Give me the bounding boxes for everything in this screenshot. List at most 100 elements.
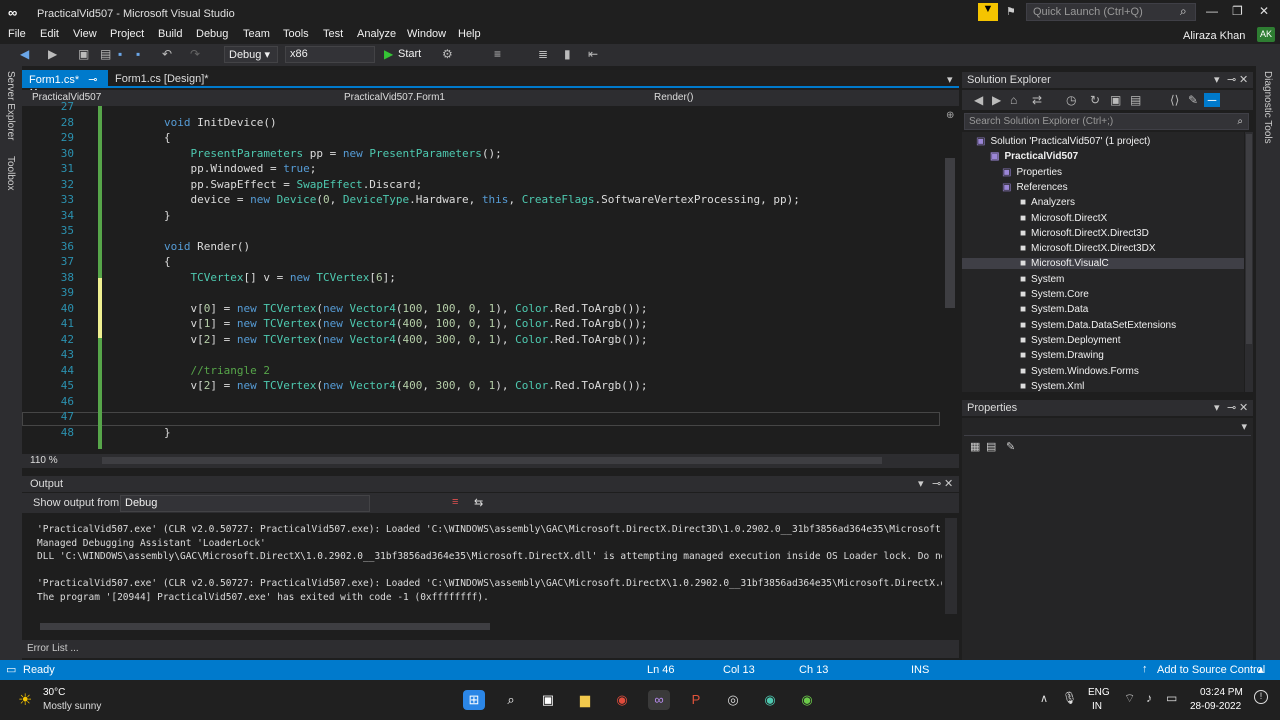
comment-icon[interactable]: ≣ (538, 47, 548, 61)
prop-menu-icon[interactable]: ▾ (1214, 401, 1220, 414)
visual-studio-taskbar-icon[interactable]: ∞ (648, 690, 670, 710)
clear-output-icon[interactable]: ≡ (452, 496, 458, 508)
start-button[interactable]: Start (398, 48, 421, 60)
code-line[interactable]: pp.SwapEffect = SwapEffect.Discard; (164, 178, 422, 191)
code-editor[interactable]: 27 28 void InitDevice() 29 {30 PresentParame… (22, 100, 942, 454)
project-nav-dropdown[interactable]: PracticalVid507 (28, 91, 338, 105)
prop-pin-icon[interactable]: ⊸ (1227, 401, 1236, 414)
taskbar-search-icon[interactable]: ⌕ (500, 690, 522, 710)
task-view-icon[interactable]: ▣ (537, 690, 559, 710)
configuration-dropdown[interactable]: Debug ▾ (224, 46, 278, 63)
platform-dropdown[interactable]: x86 (285, 46, 375, 63)
quick-launch-input[interactable]: Quick Launch (Ctrl+Q) (1026, 3, 1196, 21)
tree-node[interactable]: ▣ Properties (1002, 167, 1062, 178)
class-nav-dropdown[interactable]: PracticalVid507.Form1 (340, 91, 645, 105)
microphone-icon[interactable]: 🎙 (1062, 691, 1077, 705)
horizontal-scroll-thumb[interactable] (102, 457, 882, 464)
code-line[interactable]: //triangle 2 (164, 364, 270, 377)
menu-analyze[interactable]: Analyze (357, 28, 396, 40)
tree-node[interactable]: ■ System (1020, 274, 1064, 285)
clock-time[interactable]: 03:24 PM (1200, 687, 1243, 698)
toolbar-tools-icon[interactable]: ⚙ (442, 47, 453, 61)
tree-node[interactable]: ■ System.Deployment (1020, 335, 1121, 346)
indent-icon[interactable]: ≡ (494, 47, 501, 61)
close-icon[interactable]: ✕ (1259, 4, 1269, 18)
tree-scrollbar[interactable] (1245, 132, 1253, 392)
menu-tools[interactable]: Tools (283, 28, 309, 40)
output-menu-icon[interactable]: ▾ (918, 477, 924, 490)
code-line[interactable]: v[0] = new TCVertex(new Vector4(100, 100… (164, 302, 647, 315)
output-source-dropdown[interactable]: Debug (120, 495, 370, 512)
tree-node[interactable]: ■ Microsoft.DirectX.Direct3DX (1020, 243, 1156, 254)
property-pages-icon[interactable]: ✎ (1006, 440, 1015, 453)
code-line[interactable]: pp.Windowed = true; (164, 162, 316, 175)
se-pin-icon[interactable]: ⊸ (1227, 73, 1236, 86)
properties-object-dropdown[interactable]: ▾ (964, 420, 1251, 436)
clock-date[interactable]: 28-09-2022 (1190, 701, 1241, 712)
member-nav-dropdown[interactable]: Render() (650, 91, 955, 105)
refresh-icon[interactable]: ↻ (1090, 93, 1100, 107)
menu-edit[interactable]: Edit (40, 28, 59, 40)
tree-node[interactable]: ▣ PracticalVid507 (990, 151, 1078, 162)
maximize-icon[interactable]: ❐ (1232, 4, 1243, 18)
output-scrollbar[interactable] (945, 518, 957, 614)
collapse-all-icon[interactable]: ▣ (1110, 93, 1121, 107)
source-control-icon[interactable]: ↑ (1142, 663, 1148, 675)
windows-start-icon[interactable]: ⊞ (463, 690, 485, 710)
code-line[interactable]: v[2] = new TCVertex(new Vector4(400, 300… (164, 333, 647, 346)
tab-overflow-icon[interactable]: ▾ (947, 73, 953, 86)
undo-icon[interactable]: ↶ (162, 47, 172, 61)
sync-icon[interactable]: ⇄ (1032, 93, 1042, 107)
avatar[interactable]: AK (1257, 27, 1275, 42)
solution-explorer-search[interactable]: Search Solution Explorer (Ctrl+;) ⌕ (964, 113, 1249, 130)
bookmark-nav-icon[interactable]: ⇤ (588, 47, 598, 61)
menu-debug[interactable]: Debug (196, 28, 228, 40)
language-region[interactable]: IN (1092, 701, 1102, 712)
app-icon[interactable]: ◎ (722, 690, 744, 710)
server-explorer-tab[interactable]: Server Explorer (5, 71, 16, 140)
file-explorer-icon[interactable]: ▆ (574, 690, 596, 710)
chrome-profile-icon[interactable]: ◉ (796, 690, 818, 710)
notifications-icon[interactable]: ⚑ (1006, 5, 1016, 18)
editor-vertical-scrollbar[interactable]: ⊕ (942, 106, 959, 454)
prop-close-icon[interactable]: ✕ (1239, 401, 1248, 414)
home-icon[interactable]: ⌂ (1010, 93, 1017, 107)
output-pin-icon[interactable]: ⊸ (932, 477, 941, 490)
menu-project[interactable]: Project (110, 28, 144, 40)
search-icon[interactable]: ⌕ (1180, 4, 1187, 19)
tree-node[interactable]: ■ Microsoft.DirectX (1020, 213, 1107, 224)
se-back-icon[interactable]: ◀ (974, 93, 983, 107)
powerpoint-icon[interactable]: P (685, 690, 707, 710)
code-line[interactable]: v[1] = new TCVertex(new Vector4(400, 100… (164, 317, 647, 330)
menu-team[interactable]: Team (243, 28, 270, 40)
show-all-files-icon[interactable]: ▤ (1130, 93, 1141, 107)
battery-icon[interactable]: ▭ (1166, 691, 1177, 705)
tray-overflow-icon[interactable]: ∧ (1040, 692, 1048, 705)
save-all-icon[interactable]: ▪ (136, 47, 140, 61)
forward-icon[interactable]: ▶ (48, 47, 57, 61)
word-wrap-icon[interactable]: ⇆ (474, 496, 483, 509)
weather-temperature[interactable]: 30°C (43, 687, 65, 698)
properties-icon[interactable]: ✎ (1188, 93, 1198, 107)
se-forward-icon[interactable]: ▶ (992, 93, 1001, 107)
start-icon[interactable]: ▶ (384, 47, 393, 61)
sun-icon[interactable]: ☀ (18, 690, 32, 710)
new-project-icon[interactable]: ▣ (78, 47, 89, 61)
redo-icon[interactable]: ↷ (190, 47, 200, 61)
language-code[interactable]: ENG (1088, 687, 1110, 698)
tab-form1-cs[interactable]: Form1.cs* ⊸ ✕ (22, 70, 108, 99)
toolbox-tab[interactable]: Toolbox (5, 156, 16, 190)
tree-node[interactable]: ■ Microsoft.DirectX.Direct3D (1020, 228, 1149, 239)
tree-node[interactable]: ■ System.Drawing (1020, 350, 1104, 361)
output-close-icon[interactable]: ✕ (944, 477, 953, 490)
output-hscroll-thumb[interactable] (40, 623, 490, 630)
notification-center-icon[interactable]: ! (1254, 690, 1268, 704)
history-icon[interactable]: ◷ (1066, 93, 1076, 107)
menu-help[interactable]: Help (458, 28, 481, 40)
pin-icon[interactable]: ⊸ (88, 74, 97, 86)
view-code-icon[interactable]: ⟨⟩ (1170, 93, 1179, 107)
tree-node[interactable]: ■ Analyzers (1020, 197, 1075, 208)
add-to-source-control[interactable]: Add to Source Control (1157, 664, 1265, 676)
error-list-tab[interactable]: Error List ... (22, 640, 959, 658)
chrome-secondary-icon[interactable]: ◉ (759, 690, 781, 710)
